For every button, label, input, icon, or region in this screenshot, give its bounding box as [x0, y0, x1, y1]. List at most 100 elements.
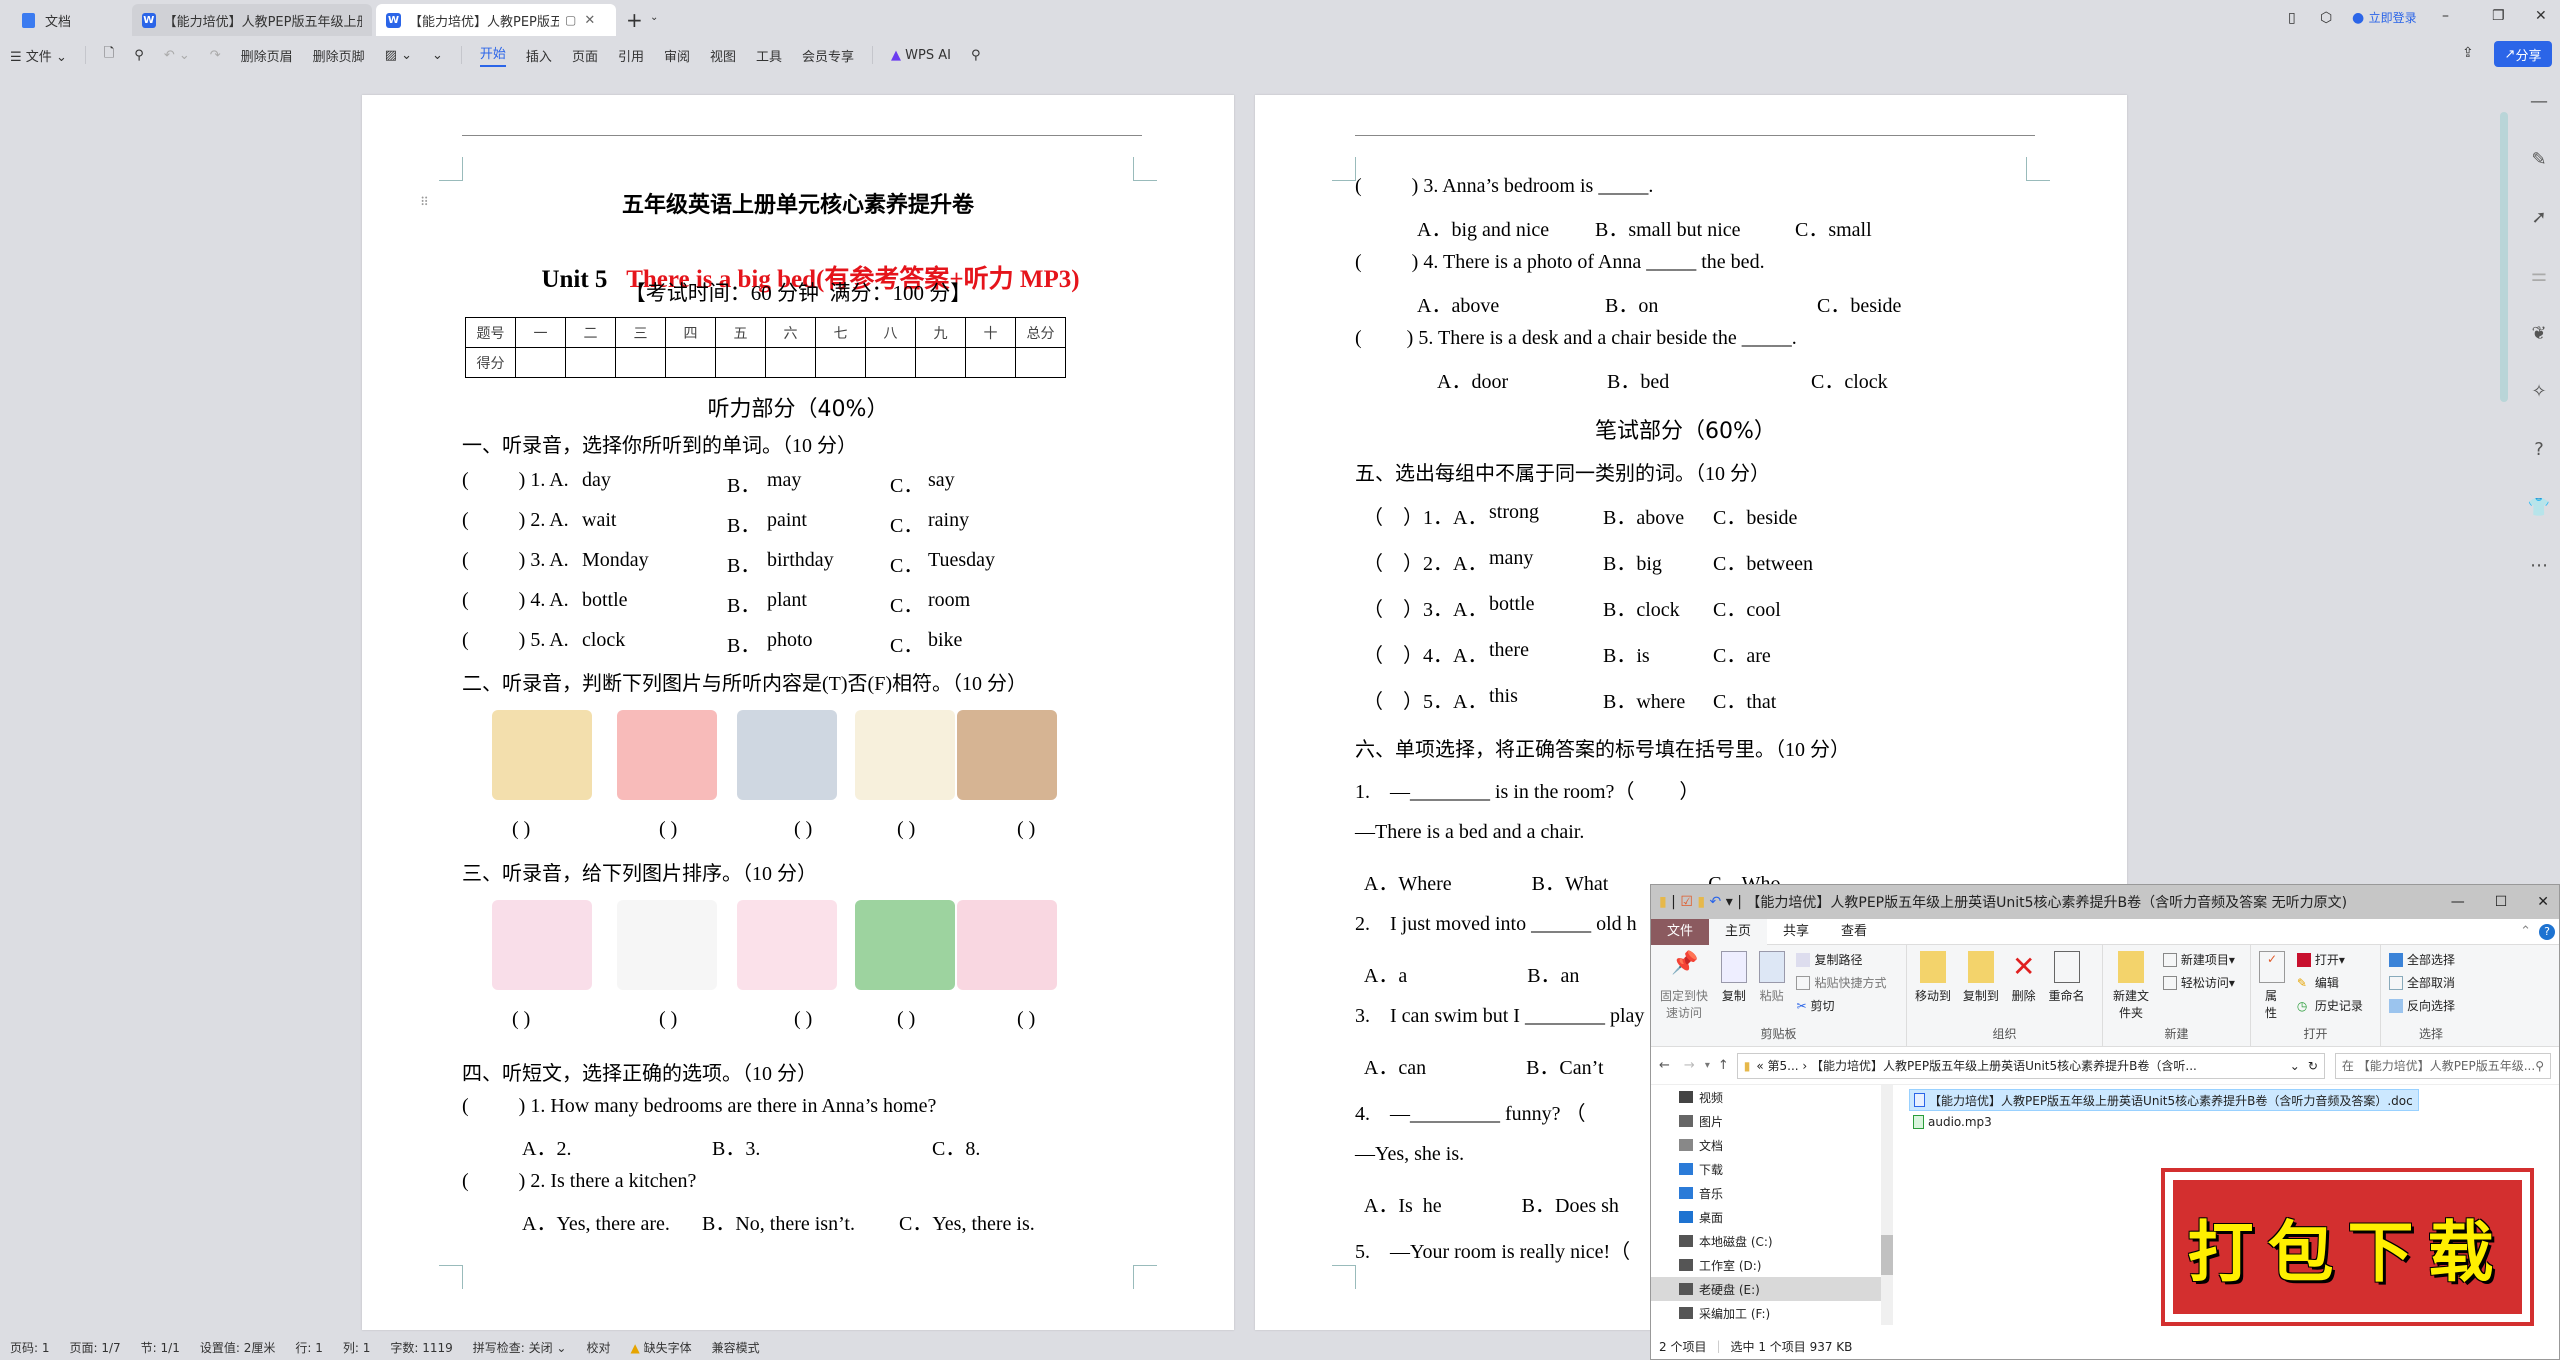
cut-button[interactable]: ✂ 剪切 — [1796, 997, 1886, 1014]
collapse-ribbon-icon[interactable]: ⌃ — [2520, 924, 2531, 939]
sliders-icon[interactable]: ⚌ — [2514, 246, 2560, 304]
new-folder-icon[interactable]: ▮ — [1697, 894, 1705, 910]
easy-access-button[interactable]: 轻松访问 ▾ — [2162, 974, 2235, 991]
rename-button[interactable]: 重命名 — [2049, 951, 2085, 1004]
history-button[interactable]: ◷ 历史记录 — [2297, 997, 2363, 1014]
login-button[interactable]: ● 立即登录 — [2352, 9, 2417, 26]
menu-review[interactable]: 审阅 — [664, 46, 690, 65]
menu-page[interactable]: 页面 — [572, 46, 598, 65]
nav-item[interactable]: 本地磁盘 (C:) — [1651, 1229, 1891, 1253]
page-number[interactable]: 页码: 1 — [10, 1339, 50, 1356]
copy-to-button[interactable]: 复制到 — [1963, 951, 1999, 1004]
pack-download-stamp[interactable]: 打包下载 — [2161, 1168, 2534, 1326]
magic-wand-icon[interactable]: ✧ — [2514, 362, 2560, 420]
proofread-button[interactable]: 校对 — [586, 1339, 610, 1356]
menu-tools[interactable]: 工具 — [756, 46, 782, 65]
cursor-icon[interactable]: ➚ — [2514, 188, 2560, 246]
forward-icon[interactable]: → — [1684, 1058, 1695, 1073]
share-button[interactable]: ↗ 分享 — [2494, 41, 2552, 67]
wps-ai-button[interactable]: ▲ WPS AI — [891, 48, 951, 63]
format-painter-icon[interactable]: ⚲ — [134, 48, 144, 63]
tab-document-1[interactable]: W 【能力培优】人教PEP版五年级上册英 — [132, 4, 372, 36]
new-tab-icon[interactable]: + — [626, 8, 643, 32]
nav-item[interactable]: 采编加工 (F:) — [1651, 1301, 1891, 1325]
nav-item[interactable]: 老硬盘 (E:) — [1651, 1277, 1891, 1301]
address-bar[interactable]: ▮ « 第5... › 【能力培优】人教PEP版五年级上册英语Unit5核心素养… — [1736, 1052, 2325, 1079]
up-icon[interactable]: ↑ — [1718, 1058, 1729, 1073]
nav-item[interactable]: 文档 — [1651, 1133, 1891, 1157]
pen-icon[interactable]: ✎ — [2514, 130, 2560, 188]
tab-file[interactable]: 文件 — [1651, 918, 1710, 945]
tablet-icon[interactable]: ▯ — [2288, 10, 2296, 26]
undo-icon[interactable]: ↶ ⌄ — [164, 48, 190, 63]
undo-icon[interactable]: ↶ — [1710, 894, 1722, 910]
nav-item[interactable]: 下载 — [1651, 1157, 1891, 1181]
cube-icon[interactable]: ⬡ — [2320, 10, 2332, 26]
help-icon[interactable]: ? — [2514, 420, 2560, 478]
save-icon[interactable]: 🗋 — [104, 44, 114, 66]
scrollbar[interactable] — [2500, 112, 2508, 402]
help-icon[interactable]: ? — [2539, 923, 2555, 940]
dropdown-icon[interactable]: ⌄ — [2290, 1059, 2300, 1073]
open-button[interactable]: 打开 ▾ — [2296, 951, 2363, 968]
delete-button[interactable]: ✕ 删除 — [2011, 951, 2037, 1004]
tab-share[interactable]: 共享 — [1767, 919, 1825, 945]
close-window-icon[interactable]: ✕ — [2535, 8, 2547, 24]
shirt-icon[interactable]: 👕 — [2514, 478, 2560, 536]
maximize-icon[interactable]: ☐ — [2495, 894, 2508, 910]
delete-footer-button[interactable]: 删除页脚 — [313, 46, 365, 65]
spell-check-dropdown[interactable]: 拼写检查: 关闭 ⌄ — [473, 1339, 567, 1356]
new-folder-button[interactable]: 新建文件夹 — [2111, 951, 2151, 1021]
tab-view[interactable]: 查看 — [1825, 919, 1883, 945]
file-item[interactable]: 【能力培优】人教PEP版五年级上册英语Unit5核心素养提升B卷（含听力音频及答… — [1909, 1089, 2419, 1111]
move-to-button[interactable]: 移动到 — [1915, 951, 1951, 1004]
page-count[interactable]: 页面: 1/7 — [70, 1339, 121, 1356]
minimize-icon[interactable]: — — [2451, 894, 2465, 910]
nav-scrollbar[interactable] — [1881, 1085, 1893, 1325]
file-item[interactable]: audio.mp3 — [1909, 1111, 2559, 1133]
pin-button[interactable]: 📌 固定到快速访问 — [1659, 951, 1709, 1021]
recent-icon[interactable]: ▾ — [1705, 1060, 1710, 1071]
chevron-down-icon[interactable]: ⌄ — [650, 12, 658, 23]
nav-item[interactable]: 音乐 — [1651, 1181, 1891, 1205]
word-count[interactable]: 字数: 1119 — [390, 1339, 452, 1356]
nav-item[interactable]: 工作室 (D:) — [1651, 1253, 1891, 1277]
invert-selection-button[interactable]: 反向选择 — [2389, 997, 2473, 1014]
missing-font-button[interactable]: ▲ 缺失字体 — [631, 1339, 692, 1356]
tab-home[interactable]: 主页 — [1709, 918, 1768, 945]
window-icon[interactable]: ▢ — [565, 13, 576, 27]
menu-member[interactable]: 会员专享 — [802, 46, 854, 65]
back-icon[interactable]: ← — [1659, 1058, 1670, 1073]
close-icon[interactable]: ✕ — [2537, 894, 2549, 910]
close-tab-icon[interactable]: ✕ — [584, 13, 595, 28]
copy-path-button[interactable]: 复制路径 — [1796, 951, 1886, 968]
properties-button[interactable]: ✓ 属性 — [2259, 951, 2285, 1021]
search-icon[interactable]: ⚲ — [971, 48, 981, 63]
refresh-icon[interactable]: ↻ — [2308, 1059, 2318, 1073]
theme-icon[interactable]: ❦ — [2514, 304, 2560, 362]
more-chevron-icon[interactable]: ⌄ — [432, 48, 443, 63]
nav-item[interactable]: 桌面 — [1651, 1205, 1891, 1229]
file-menu[interactable]: ☰ 文件 ⌄ — [10, 46, 67, 65]
nav-item[interactable]: 视频 — [1651, 1085, 1891, 1109]
paste-button[interactable]: 粘贴 — [1758, 951, 1785, 1004]
search-field[interactable]: 在 【能力培优】人教PEP版五年级... ⚲ — [2334, 1052, 2551, 1079]
tab-docs[interactable]: 文档 — [12, 4, 81, 36]
cloud-upload-icon[interactable]: ⇪ — [2462, 45, 2474, 61]
nav-item[interactable]: 图片 — [1651, 1109, 1891, 1133]
minimize-icon[interactable]: – — [2442, 8, 2449, 24]
edit-button[interactable]: ✎ 编辑 — [2297, 974, 2363, 991]
new-item-button[interactable]: 新建项目 ▾ — [2162, 951, 2235, 968]
copy-button[interactable]: 复制 — [1720, 951, 1747, 1004]
more-icon[interactable]: ⋯ — [2514, 536, 2560, 594]
paste-shortcut-button[interactable]: 粘贴快捷方式 — [1796, 974, 1887, 991]
menu-start[interactable]: 开始 — [479, 43, 506, 67]
menu-reference[interactable]: 引用 — [618, 46, 644, 65]
select-none-button[interactable]: 全部取消 — [2389, 974, 2473, 991]
properties-icon[interactable]: ☑ — [1680, 894, 1693, 910]
tab-document-2[interactable]: W 【能力培优】人教PEP版五年级 ▢ ✕ — [376, 4, 616, 36]
border-icon[interactable]: ▨ ⌄ — [385, 48, 412, 63]
menu-insert[interactable]: 插入 — [526, 46, 552, 65]
delete-header-button[interactable]: 删除页眉 — [241, 46, 293, 65]
restore-icon[interactable]: ❐ — [2492, 8, 2505, 24]
